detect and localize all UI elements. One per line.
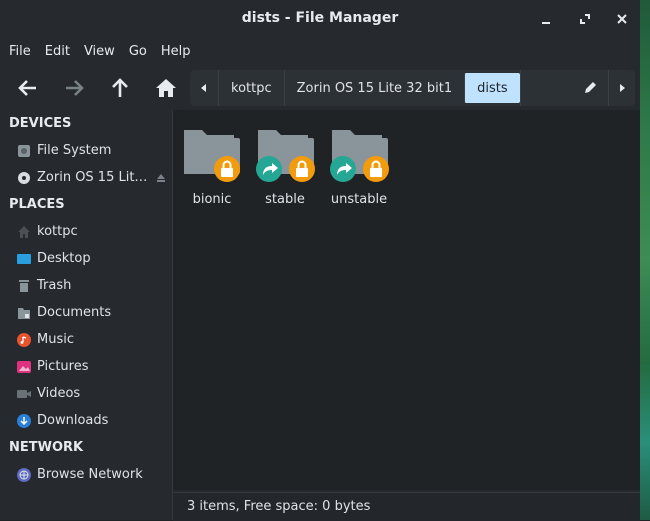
- videos-icon: [17, 387, 31, 401]
- triangle-right-icon: [620, 84, 625, 92]
- status-bar: 3 items, Free space: 0 bytes: [173, 492, 640, 521]
- sidebar: DEVICES File System Zorin OS 15 Lit… PLA…: [0, 110, 172, 520]
- trash-icon: [17, 279, 31, 293]
- folder-icon: [330, 130, 389, 182]
- documents-icon: [17, 306, 31, 320]
- path-bar: kottpc Zorin OS 15 Lite 32 bit1 dists: [190, 70, 635, 106]
- harddisk-icon: [17, 144, 31, 158]
- titlebar[interactable]: dists - File Manager: [0, 0, 640, 38]
- home-button[interactable]: [151, 74, 181, 102]
- section-network: NETWORK: [9, 440, 84, 455]
- home-folder-icon: [17, 225, 31, 239]
- menu-edit[interactable]: Edit: [38, 44, 77, 59]
- sidebar-item-label: Pictures: [37, 359, 89, 374]
- folder-icon: [184, 130, 240, 182]
- file-manager-window: dists - File Manager File Edit View Go H…: [0, 0, 640, 521]
- sidebar-item-documents[interactable]: Documents: [0, 299, 172, 326]
- pencil-icon: [585, 82, 596, 93]
- sidebar-item-pictures[interactable]: Pictures: [0, 353, 172, 380]
- sidebar-item-label: Browse Network: [37, 467, 143, 482]
- section-devices: DEVICES: [9, 116, 72, 131]
- folder-icon: [256, 130, 315, 182]
- folder-item-stable[interactable]: stable: [249, 124, 321, 207]
- menu-file[interactable]: File: [2, 44, 38, 59]
- menu-view[interactable]: View: [77, 44, 122, 59]
- breadcrumb-dists[interactable]: dists: [464, 73, 520, 103]
- folder-name: stable: [265, 192, 305, 207]
- sidebar-item-browse-network[interactable]: Browse Network: [0, 461, 172, 488]
- folder-name: bionic: [192, 192, 232, 207]
- maximize-button[interactable]: [574, 8, 596, 30]
- triangle-left-icon: [201, 84, 206, 92]
- sidebar-item-trash[interactable]: Trash: [0, 272, 172, 299]
- sidebar-item-home[interactable]: kottpc: [0, 218, 172, 245]
- edit-location-button[interactable]: [572, 70, 608, 106]
- file-view[interactable]: bionic stable unstable: [173, 110, 640, 490]
- minimize-icon: [542, 22, 550, 24]
- lock-emblem-icon: [214, 156, 240, 182]
- sidebar-item-label: Videos: [37, 386, 81, 401]
- network-icon: [17, 467, 31, 482]
- desktop-icon: [17, 252, 31, 266]
- home-icon: [156, 79, 176, 97]
- eject-icon[interactable]: [156, 172, 166, 187]
- menu-go[interactable]: Go: [122, 44, 154, 59]
- menu-help[interactable]: Help: [154, 44, 198, 59]
- close-button[interactable]: [611, 8, 633, 30]
- symlink-emblem-icon: [256, 156, 282, 182]
- arrow-right-icon: [66, 80, 84, 96]
- path-scroll-left-button[interactable]: [190, 70, 218, 106]
- breadcrumb-kottpc[interactable]: kottpc: [218, 70, 284, 106]
- up-button[interactable]: [105, 74, 135, 102]
- lock-emblem-icon: [289, 156, 315, 182]
- sidebar-item-label: Documents: [37, 305, 112, 320]
- sidebar-item-label: Trash: [37, 278, 72, 293]
- sidebar-item-videos[interactable]: Videos: [0, 380, 172, 407]
- sidebar-item-zorin-disc[interactable]: Zorin OS 15 Lit…: [0, 164, 172, 191]
- sidebar-item-label: Music: [37, 332, 74, 347]
- path-bar-spacer: [519, 70, 572, 106]
- sidebar-item-downloads[interactable]: Downloads: [0, 407, 172, 434]
- sidebar-item-label: Zorin OS 15 Lit…: [37, 170, 148, 185]
- symlink-emblem-icon: [330, 156, 356, 182]
- disc-icon: [17, 171, 31, 185]
- pictures-icon: [17, 360, 31, 374]
- section-places: PLACES: [9, 197, 65, 212]
- maximize-icon: [580, 14, 590, 24]
- music-icon: [17, 332, 31, 347]
- sidebar-item-label: kottpc: [37, 224, 78, 239]
- folder-name: unstable: [330, 192, 388, 207]
- sidebar-item-file-system[interactable]: File System: [0, 137, 172, 164]
- back-button[interactable]: [13, 74, 43, 102]
- sidebar-item-label: Desktop: [37, 251, 91, 266]
- menubar: File Edit View Go Help: [0, 38, 640, 64]
- path-scroll-right-button[interactable]: [608, 70, 635, 106]
- sidebar-item-desktop[interactable]: Desktop: [0, 245, 172, 272]
- breadcrumb-zorin-os[interactable]: Zorin OS 15 Lite 32 bit1: [283, 70, 464, 106]
- forward-button[interactable]: [59, 74, 89, 102]
- arrow-up-icon: [112, 78, 128, 97]
- sidebar-item-label: Downloads: [37, 413, 109, 428]
- folder-item-unstable[interactable]: unstable: [323, 124, 395, 207]
- toolbar: kottpc Zorin OS 15 Lite 32 bit1 dists: [0, 66, 640, 110]
- downloads-icon: [17, 413, 31, 428]
- arrow-left-icon: [18, 80, 36, 96]
- status-text: 3 items, Free space: 0 bytes: [187, 499, 371, 514]
- lock-emblem-icon: [363, 156, 389, 182]
- sidebar-item-label: File System: [37, 143, 112, 158]
- sidebar-item-music[interactable]: Music: [0, 326, 172, 353]
- minimize-button[interactable]: [535, 8, 557, 30]
- folder-item-bionic[interactable]: bionic: [176, 124, 248, 207]
- close-icon: [617, 14, 627, 24]
